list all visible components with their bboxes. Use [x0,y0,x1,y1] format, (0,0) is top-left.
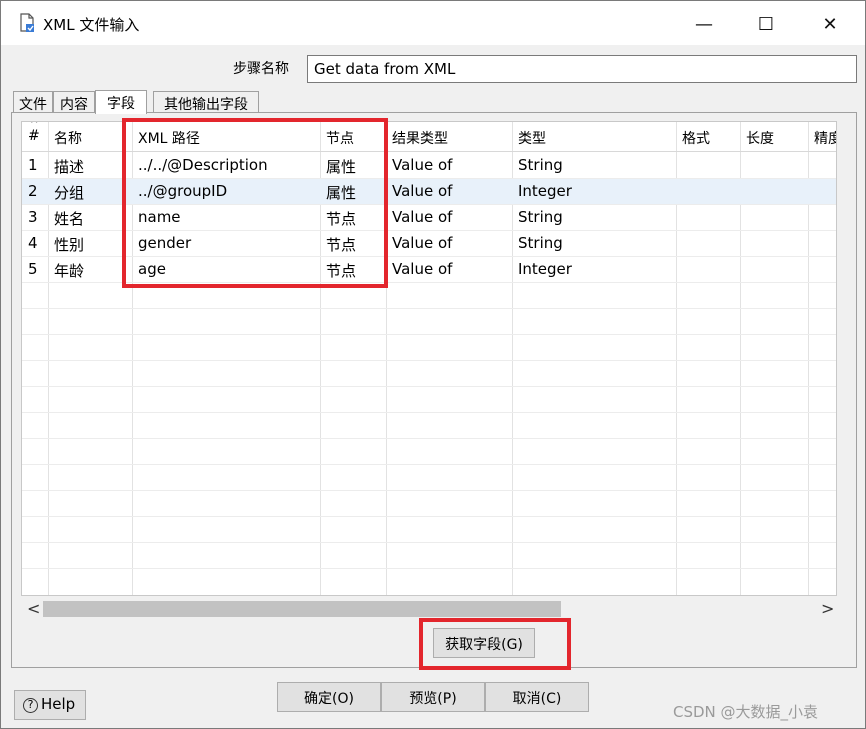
cell-type[interactable]: String [518,234,563,252]
step-name-input[interactable] [307,55,857,83]
cell-name[interactable]: 分组 [54,182,84,203]
cell-type[interactable]: String [518,156,563,174]
cell-result-type[interactable]: Value of [392,156,452,174]
tab-content[interactable]: 内容 [53,91,95,113]
help-label: Help [41,695,76,713]
column-header-type[interactable]: 类型 [512,122,676,152]
dialog-window: XML 文件输入 — ☐ ✕ 步骤名称 文件 内容 字段 其他输出字段 ^ # … [0,0,866,729]
highlight-box-get-fields [419,618,571,670]
cell-type[interactable]: Integer [518,260,572,278]
tab-other-output-fields[interactable]: 其他输出字段 [153,91,259,113]
minimize-button[interactable]: — [681,7,727,41]
help-button[interactable]: ? Help [14,690,86,720]
close-button[interactable]: ✕ [807,7,853,41]
row-number: 1 [28,156,38,174]
maximize-icon: ☐ [757,13,775,35]
scroll-right-icon[interactable]: > [821,599,834,618]
cell-result-type[interactable]: Value of [392,260,452,278]
column-header-num[interactable]: # [22,122,48,152]
window-title: XML 文件输入 [43,16,140,34]
scroll-left-icon[interactable]: < [27,599,40,618]
preview-button[interactable]: 预览(P) [381,682,485,712]
row-number: 3 [28,208,38,226]
tab-file[interactable]: 文件 [13,91,53,113]
row-number: 2 [28,182,38,200]
title-bar: XML 文件输入 — ☐ ✕ [1,1,865,45]
cancel-button[interactable]: 取消(C) [485,682,589,712]
minimize-icon: — [695,13,713,35]
ok-button[interactable]: 确定(O) [277,682,381,712]
document-icon [20,13,34,32]
cell-type[interactable]: Integer [518,182,572,200]
cell-result-type[interactable]: Value of [392,182,452,200]
cell-name[interactable]: 性别 [54,234,84,255]
close-icon: ✕ [822,13,838,35]
cell-name[interactable]: 姓名 [54,208,84,229]
row-number: 4 [28,234,38,252]
maximize-button[interactable]: ☐ [743,7,789,41]
horizontal-scrollbar[interactable]: < > [21,598,837,620]
column-header-format[interactable]: 格式 [676,122,740,152]
step-name-label: 步骤名称 [233,61,289,77]
tab-fields[interactable]: 字段 [95,90,147,114]
cell-name[interactable]: 描述 [54,156,84,177]
help-icon: ? [23,698,38,713]
cell-type[interactable]: String [518,208,563,226]
cell-result-type[interactable]: Value of [392,234,452,252]
watermark-text: CSDN @大数据_小袁 [673,703,819,721]
cell-name[interactable]: 年龄 [54,260,84,281]
column-header-precision[interactable]: 精度 [808,122,836,152]
column-header-result-type[interactable]: 结果类型 [386,122,512,152]
column-header-name[interactable]: 名称 [48,122,132,152]
row-number: 5 [28,260,38,278]
column-header-length[interactable]: 长度 [740,122,808,152]
scrollbar-thumb[interactable] [43,601,561,617]
highlight-box-xml-path-node [122,118,388,288]
cell-result-type[interactable]: Value of [392,208,452,226]
